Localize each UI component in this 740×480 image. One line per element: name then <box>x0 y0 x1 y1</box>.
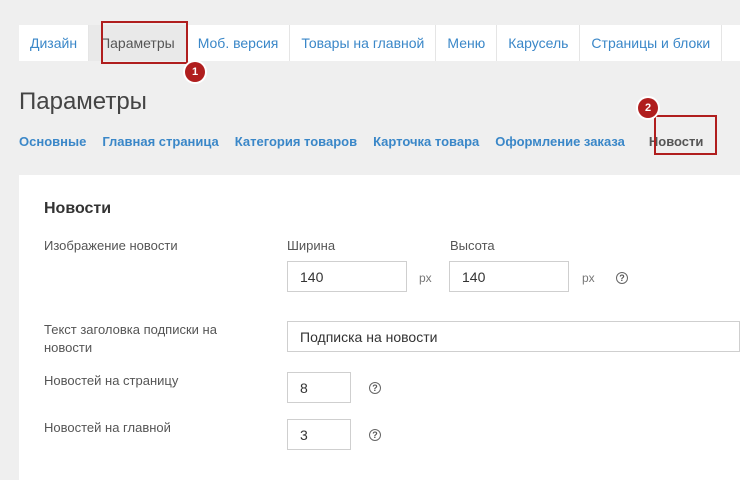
tab-mobile[interactable]: Моб. версия <box>187 25 291 61</box>
step-badge-1: 1 <box>185 62 205 82</box>
step-badge-2: 2 <box>638 98 658 118</box>
height-label: Высота <box>450 238 495 253</box>
help-icon[interactable]: ? <box>369 382 381 394</box>
tab-pages-blocks[interactable]: Страницы и блоки <box>580 25 723 61</box>
on-main-input[interactable] <box>287 419 351 450</box>
per-page-label: Новостей на страницу <box>44 373 179 388</box>
page-title: Параметры <box>19 88 147 115</box>
help-icon[interactable]: ? <box>369 429 381 441</box>
sub-tabs: Основные Главная страница Категория това… <box>19 134 719 149</box>
height-input[interactable] <box>449 261 569 292</box>
subscribe-input[interactable] <box>287 321 740 352</box>
news-settings-panel: Новости Изображение новости Ширина px Вы… <box>19 175 740 480</box>
width-label: Ширина <box>287 238 336 253</box>
tab-design[interactable]: Дизайн <box>19 25 90 61</box>
on-main-label: Новостей на главной <box>44 420 171 435</box>
per-page-input[interactable] <box>287 372 351 403</box>
subtab-main-page[interactable]: Главная страница <box>102 134 218 149</box>
help-icon[interactable]: ? <box>616 272 628 284</box>
width-input[interactable] <box>287 261 407 292</box>
subtab-category[interactable]: Категория товаров <box>235 134 357 149</box>
width-unit: px <box>419 271 432 285</box>
section-title: Новости <box>44 200 112 217</box>
tab-home-products[interactable]: Товары на главной <box>290 25 437 61</box>
height-unit: px <box>582 271 595 285</box>
tab-carousel[interactable]: Карусель <box>497 25 581 61</box>
subtab-checkout[interactable]: Оформление заказа <box>495 134 625 149</box>
subtab-general[interactable]: Основные <box>19 134 86 149</box>
highlight-box-1 <box>101 21 188 64</box>
subscribe-label: Текст заголовка подписки на новости <box>44 322 217 355</box>
image-label: Изображение новости <box>44 238 178 253</box>
highlight-box-2 <box>654 115 717 155</box>
tab-menu[interactable]: Меню <box>436 25 498 61</box>
subtab-product-card[interactable]: Карточка товара <box>373 134 479 149</box>
